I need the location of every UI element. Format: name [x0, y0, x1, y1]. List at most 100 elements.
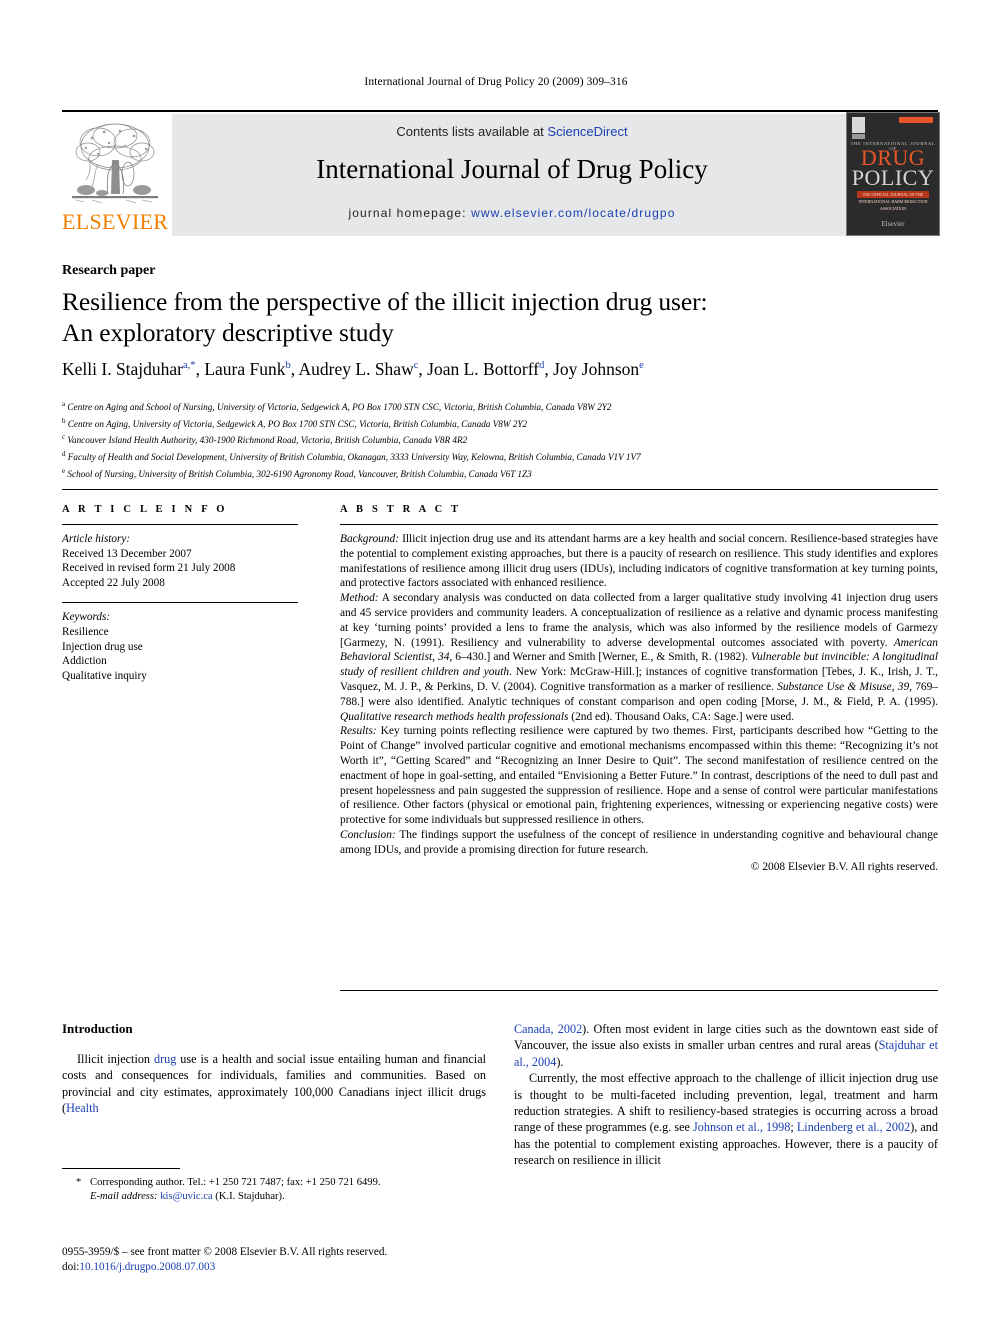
email-owner: (K.I. Stajduhar). — [212, 1191, 285, 1202]
homepage-url-link[interactable]: www.elsevier.com/locate/drugpo — [471, 206, 675, 220]
affiliation-mark: b — [62, 416, 66, 425]
abstract-column: A B S T R A C T Background: Illicit inje… — [340, 504, 938, 874]
abstract-results-text: Key turning points reflecting resilience… — [340, 725, 938, 827]
body-column-left: Illicit injection drug use is a health a… — [62, 1051, 486, 1117]
cover-red-band-text: THE OFFICIAL JOURNAL OF THE INTERNATIONA… — [858, 192, 928, 211]
sciencedirect-banner: Contents lists available at ScienceDirec… — [172, 114, 852, 236]
affiliation-row: e School of Nursing, University of Briti… — [62, 465, 938, 482]
author-item: Audrey L. Shawc — [299, 359, 419, 379]
affiliation-text: School of Nursing, University of British… — [67, 468, 532, 479]
abstract-conclusion-label: Conclusion: — [340, 828, 396, 841]
abstract-block-top-rule — [62, 489, 938, 490]
affiliation-row: c Vancouver Island Health Authority, 430… — [62, 431, 938, 448]
body-paragraph: Illicit injection drug use is a health a… — [62, 1051, 486, 1117]
abstract-copyright: © 2008 Elsevier B.V. All rights reserved… — [750, 860, 938, 873]
author-affil-mark: a,* — [183, 360, 196, 371]
history-item: Received 13 December 2007 — [62, 547, 192, 560]
author-name[interactable]: Kelli I. Stajduhar — [62, 359, 183, 379]
keywords-rule — [62, 602, 298, 604]
journal-masthead: ELSEVIER Contents lists available at Sci… — [62, 110, 938, 236]
article-info-rule — [62, 524, 298, 525]
abstract-background-text: Illicit injection drug use and its atten… — [340, 533, 938, 590]
body-text: ). — [556, 1054, 564, 1069]
abstract-method-p2: 6–430.] and Werner and Smith [Werner, E.… — [452, 651, 751, 664]
abstract-method-p5: (2nd ed). Thousand Oaks, CA: Sage.] were… — [568, 710, 795, 723]
paper-page: International Journal of Drug Policy 20 … — [0, 0, 992, 1323]
corresponding-author-footnote: * Corresponding author. Tel.: +1 250 721… — [62, 1176, 486, 1204]
affiliation-row: b Centre on Aging, University of Victori… — [62, 415, 938, 432]
article-type-label: Research paper — [62, 263, 156, 278]
footnote-rule — [62, 1168, 180, 1169]
abstract-method-cite4: Qualitative research methods health prof… — [340, 710, 569, 723]
citation-link-johnson-1998[interactable]: Johnson et al., 1998 — [693, 1120, 790, 1134]
abstract-conclusion: Conclusion: The findings support the use… — [340, 828, 938, 858]
author-name[interactable]: Joan L. Bottorff — [427, 359, 539, 379]
homepage-prefix: journal homepage: — [348, 206, 472, 220]
article-info-column: A R T I C L E I N F O Article history: R… — [62, 504, 298, 695]
abstract-results: Results: Key turning points reflecting r… — [340, 724, 938, 828]
citation-link-health-canada[interactable]: Health — [66, 1101, 99, 1115]
abstract-background-label: Background: — [340, 533, 400, 545]
author-name[interactable]: Audrey L. Shaw — [299, 359, 414, 379]
body-column-right: Canada, 2002). Often most evident in lar… — [514, 1021, 938, 1169]
contents-prefix: Contents lists available at — [396, 124, 548, 139]
sciencedirect-link[interactable]: ScienceDirect — [547, 124, 627, 139]
journal-homepage-line: journal homepage: www.elsevier.com/locat… — [172, 206, 852, 220]
abstract-body: Background: Illicit injection drug use a… — [340, 532, 938, 874]
journal-cover-thumbnail: THE INTERNATIONAL JOURNAL OF DRUG POLICY… — [846, 112, 940, 236]
article-info-heading: A R T I C L E I N F O — [62, 504, 228, 515]
author-list: Kelli I. Stajduhara,*, Laura Funkb, Audr… — [62, 355, 938, 380]
author-name[interactable]: Laura Funk — [204, 359, 285, 379]
citation-link-canada-2002[interactable]: Canada, 2002 — [514, 1022, 582, 1036]
affiliation-list: a Centre on Aging and School of Nursing,… — [62, 398, 938, 481]
footnote-corresponding-text: Corresponding author. Tel.: +1 250 721 7… — [90, 1177, 381, 1188]
abstract-method-label: Method: — [340, 592, 379, 605]
elsevier-tree-icon — [68, 116, 162, 208]
affiliation-text: Vancouver Island Health Authority, 430-1… — [67, 435, 468, 446]
author-item: Laura Funkb — [204, 359, 290, 379]
running-head: International Journal of Drug Policy 20 … — [364, 76, 628, 88]
cover-orange-bar — [899, 117, 933, 123]
footnote-star-marker: * — [76, 1177, 82, 1188]
email-link[interactable]: kis@uvic.ca — [160, 1191, 212, 1202]
title-line-2: An exploratory descriptive study — [62, 318, 394, 347]
author-item: Joan L. Bottorffd — [427, 359, 544, 379]
masthead-top-rule — [62, 110, 938, 112]
abstract-heading: A B S T R A C T — [340, 504, 462, 515]
author-name[interactable]: Joy Johnson — [553, 359, 639, 379]
article-history-group: Article history: Received 13 December 20… — [62, 532, 298, 590]
abstract-background: Background: Illicit injection drug use a… — [340, 532, 938, 591]
affiliation-row: d Faculty of Health and Social Developme… — [62, 448, 938, 465]
doi-line: doi:10.1016/j.drugpo.2008.07.003 — [62, 1260, 532, 1275]
title-line-1: Resilience from the perspective of the i… — [62, 287, 708, 316]
affiliation-mark: d — [62, 449, 66, 458]
keywords-group: Keywords: Resilience Injection drug use … — [62, 610, 298, 683]
affiliation-row: a Centre on Aging and School of Nursing,… — [62, 398, 938, 415]
citation-link-lindenberg-2002[interactable]: Lindenberg et al., 2002 — [797, 1120, 910, 1134]
affiliation-text: Centre on Aging, University of Victoria,… — [67, 418, 528, 429]
abstract-block-bottom-rule — [340, 990, 938, 991]
abstract-method: Method: A secondary analysis was conduct… — [340, 591, 938, 724]
history-item: Accepted 22 July 2008 — [62, 576, 165, 589]
doi-link[interactable]: 10.1016/j.drugpo.2008.07.003 — [79, 1261, 215, 1273]
affiliation-mark: e — [62, 466, 66, 475]
cover-footer-logo: Elsevier — [881, 220, 905, 228]
inline-link-drug[interactable]: drug — [154, 1052, 176, 1066]
article-history-label: Article history: — [62, 533, 131, 545]
affiliation-text: Centre on Aging and School of Nursing, U… — [67, 402, 612, 413]
author-sep: , — [544, 358, 554, 379]
issn-copyright-block: 0955-3959/$ – see front matter © 2008 El… — [62, 1245, 532, 1275]
footnote-body: Corresponding author. Tel.: +1 250 721 7… — [62, 1176, 486, 1204]
elsevier-wordmark: ELSEVIER — [62, 209, 169, 234]
author-sep: , — [195, 358, 205, 379]
author-sep: , — [290, 358, 299, 379]
affiliation-text: Faculty of Health and Social Development… — [67, 452, 641, 463]
author-item: Kelli I. Stajduhara,* — [62, 359, 196, 379]
issn-line: 0955-3959/$ – see front matter © 2008 El… — [62, 1246, 388, 1258]
cover-elsevier-icon — [852, 117, 865, 133]
cover-elsevier-sub — [852, 134, 865, 139]
contents-line: Contents lists available at ScienceDirec… — [172, 124, 852, 139]
body-paragraph: Canada, 2002). Often most evident in lar… — [514, 1021, 938, 1070]
section-heading-introduction: Introduction — [62, 1021, 133, 1036]
elsevier-logo: ELSEVIER — [62, 114, 168, 236]
